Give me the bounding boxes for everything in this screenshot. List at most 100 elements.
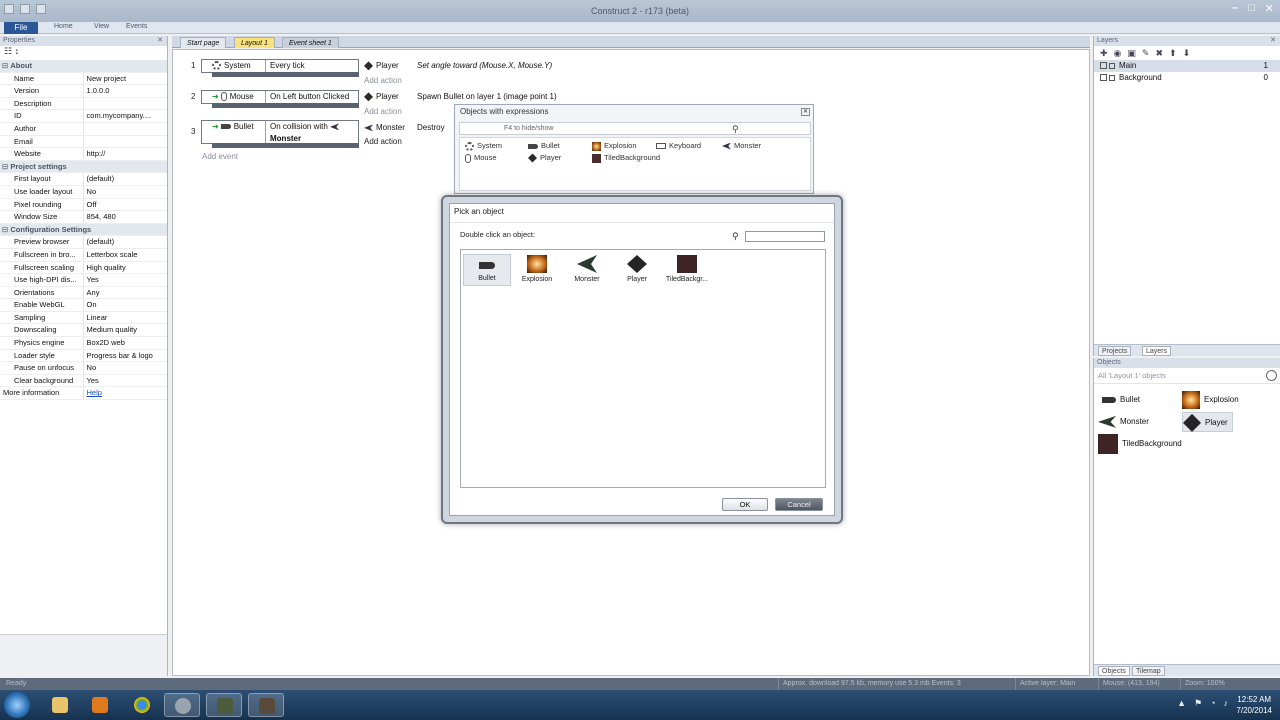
tab-projects[interactable]: Projects: [1098, 346, 1132, 356]
property-row[interactable]: Loader style Progress bar & logo: [0, 349, 167, 363]
property-value[interactable]: Progress bar & logo: [84, 350, 167, 362]
add-layer-icon[interactable]: ✚: [1100, 48, 1108, 58]
property-row[interactable]: Enable WebGL On: [0, 299, 167, 312]
tab-events[interactable]: Events: [126, 23, 147, 30]
categorized-icon[interactable]: ☷: [4, 46, 12, 56]
property-row[interactable]: Author: [0, 122, 167, 136]
tab-objects[interactable]: Objects: [1098, 666, 1130, 676]
game-preview-taskbar-icon[interactable]: [248, 693, 284, 717]
layer-visible-checkbox[interactable]: [1100, 74, 1107, 82]
lock-icon[interactable]: [1109, 74, 1115, 81]
pick-object-explosion[interactable]: Explosion: [513, 254, 561, 286]
property-value[interactable]: Letterbox scale: [84, 249, 167, 261]
start-button[interactable]: [4, 692, 30, 718]
property-value[interactable]: Yes: [84, 375, 167, 387]
edit-icon[interactable]: ✎: [1142, 48, 1150, 58]
property-value[interactable]: Medium quality: [84, 324, 167, 336]
close-icon[interactable]: ✕: [157, 36, 163, 46]
property-value[interactable]: On: [84, 299, 167, 311]
property-category[interactable]: About: [0, 60, 167, 73]
tab-view[interactable]: View: [94, 23, 109, 30]
layer-row-background[interactable]: Background 0: [1094, 72, 1280, 84]
property-row[interactable]: Use loader layout No: [0, 185, 167, 199]
lock-icon[interactable]: ▣: [1127, 48, 1136, 58]
file-tab[interactable]: File: [4, 22, 38, 34]
add-event-link[interactable]: Add event: [202, 152, 238, 161]
move-up-icon[interactable]: ⬆: [1169, 48, 1177, 58]
event-1-action[interactable]: Player: [364, 61, 399, 71]
sort-alpha-icon[interactable]: ↕: [15, 46, 20, 56]
property-value[interactable]: http://: [84, 148, 167, 160]
property-value[interactable]: com.mycompany....: [84, 110, 167, 122]
property-row[interactable]: Use high-DPI dis... Yes: [0, 274, 167, 287]
property-value[interactable]: [84, 123, 167, 135]
property-category[interactable]: Project settings: [0, 160, 167, 174]
explorer-taskbar-icon[interactable]: [42, 693, 78, 717]
maximize-button[interactable]: □: [1248, 2, 1255, 15]
action-text[interactable]: Destroy: [417, 123, 445, 132]
property-category[interactable]: Configuration Settings: [0, 223, 167, 237]
pick-object-monster[interactable]: Monster: [563, 254, 611, 286]
expr-item-tiledbackground[interactable]: TiledBackground: [592, 153, 660, 163]
pick-object-tiledbackground[interactable]: TiledBackgr...: [661, 254, 713, 286]
event-2-action[interactable]: Player: [364, 92, 399, 102]
property-value[interactable]: Off: [84, 199, 167, 211]
property-row[interactable]: Website http://: [0, 148, 167, 161]
property-value[interactable]: (default): [84, 173, 167, 185]
help-link[interactable]: Help: [87, 388, 102, 397]
property-row[interactable]: Preview browser (default): [0, 236, 167, 249]
tab-layout-1[interactable]: Layout 1: [234, 37, 275, 48]
layer-visible-checkbox[interactable]: [1100, 62, 1107, 70]
object-search-input[interactable]: [745, 231, 825, 242]
close-icon[interactable]: ✕: [801, 108, 810, 116]
add-action-link[interactable]: Add action: [364, 137, 402, 146]
settings-taskbar-icon[interactable]: [164, 693, 200, 717]
chrome-taskbar-icon[interactable]: [124, 693, 160, 717]
property-row[interactable]: Pause on unfocus No: [0, 362, 167, 375]
expr-item-player[interactable]: Player: [528, 153, 561, 163]
property-value[interactable]: (default): [84, 236, 167, 248]
expr-item-system[interactable]: System: [465, 141, 502, 151]
property-row[interactable]: Orientations Any: [0, 286, 167, 300]
property-row[interactable]: ID com.mycompany....: [0, 110, 167, 123]
expr-item-keyboard[interactable]: Keyboard: [656, 141, 701, 150]
gear-icon[interactable]: [1266, 370, 1277, 381]
property-value[interactable]: 1.0.0.0: [84, 85, 167, 97]
property-row[interactable]: Email: [0, 135, 167, 149]
property-row[interactable]: Name New project: [0, 72, 167, 86]
close-icon[interactable]: ✕: [1270, 36, 1276, 46]
property-row[interactable]: Pixel rounding Off: [0, 198, 167, 212]
property-value[interactable]: Linear: [84, 312, 167, 324]
property-value[interactable]: [84, 98, 167, 110]
property-row[interactable]: Window Size 854, 480: [0, 211, 167, 224]
expr-item-bullet[interactable]: Bullet: [528, 141, 560, 150]
add-action-link[interactable]: Add action: [364, 76, 402, 85]
move-down-icon[interactable]: ⬇: [1183, 48, 1191, 58]
expr-item-mouse[interactable]: Mouse: [465, 153, 497, 163]
layer-row-main[interactable]: Main 1: [1094, 60, 1280, 72]
volume-icon[interactable]: ♪: [1224, 698, 1229, 709]
property-value[interactable]: High quality: [84, 262, 167, 274]
expr-item-explosion[interactable]: Explosion: [592, 141, 637, 151]
close-button[interactable]: ✕: [1265, 2, 1274, 15]
add-action-link[interactable]: Add action: [364, 107, 402, 116]
eye-icon[interactable]: ◉: [1114, 48, 1122, 58]
event-1-condition[interactable]: System Every tick: [201, 59, 359, 77]
lock-icon[interactable]: [1109, 62, 1115, 69]
property-row[interactable]: Fullscreen in bro... Letterbox scale: [0, 248, 167, 262]
property-row[interactable]: Fullscreen scaling High quality: [0, 261, 167, 275]
object-item-monster[interactable]: Monster: [1098, 412, 1149, 432]
property-row[interactable]: First layout (default): [0, 173, 167, 186]
tab-home[interactable]: Home: [54, 23, 73, 30]
property-value[interactable]: [84, 136, 167, 148]
property-value[interactable]: No: [84, 186, 167, 198]
property-value[interactable]: No: [84, 362, 167, 374]
cancel-button[interactable]: Cancel: [775, 498, 823, 511]
property-value[interactable]: Box2D web: [84, 337, 167, 349]
minimize-button[interactable]: –: [1232, 2, 1238, 15]
wifi-icon[interactable]: ◔: [1210, 698, 1215, 709]
object-item-explosion[interactable]: Explosion: [1182, 390, 1239, 410]
object-item-tiledbackground[interactable]: TiledBackground: [1098, 434, 1182, 454]
action-text[interactable]: Set angle toward (Mouse.X, Mouse.Y): [417, 61, 552, 70]
objects-filter[interactable]: All 'Layout 1' objects: [1094, 368, 1280, 384]
